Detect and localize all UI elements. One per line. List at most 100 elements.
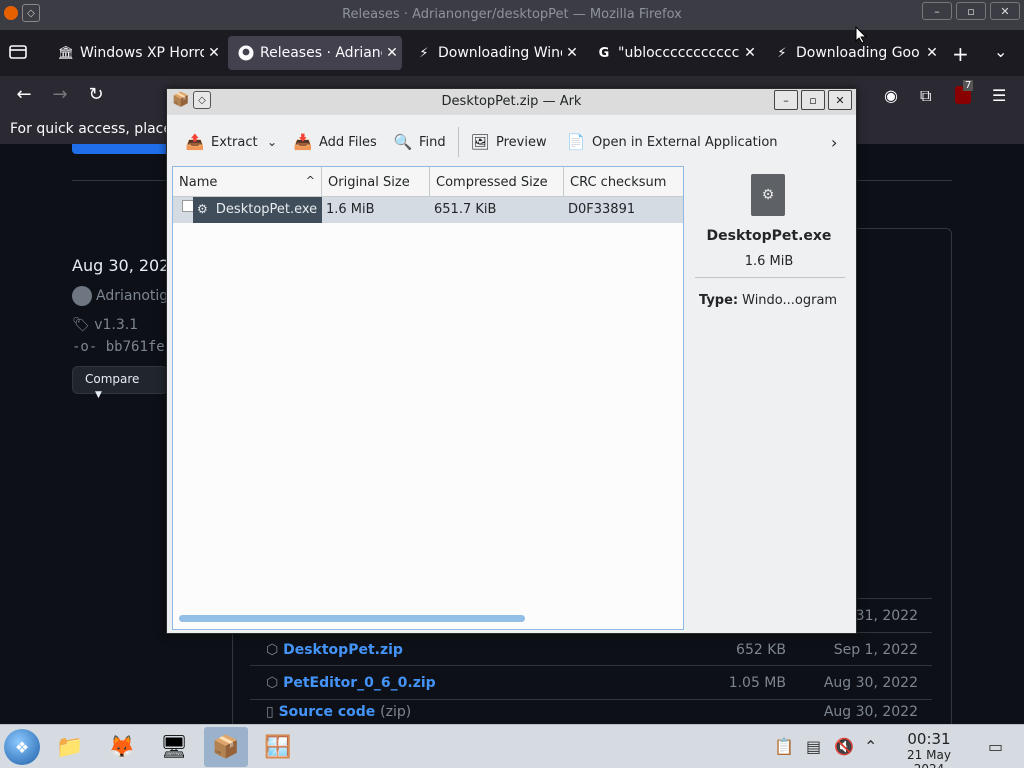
- tab-ublock-search[interactable]: G "ublocccccccccccc ✕: [586, 36, 760, 70]
- tag-icon: 🏷: [72, 317, 90, 333]
- notes-icon[interactable]: ▤: [806, 737, 821, 756]
- commit-icon: -o-: [72, 339, 98, 355]
- firefox-titlebar: ◇ Releases · Adrianonger/desktopPet — Mo…: [0, 0, 1024, 30]
- exe-file-icon: ⚙: [197, 202, 208, 216]
- close-tab-icon[interactable]: ✕: [922, 45, 942, 61]
- file-manager-icon[interactable]: 📁: [48, 727, 92, 767]
- preview-icon: 🖼: [470, 133, 490, 151]
- caret-down-icon: ▼: [95, 390, 102, 400]
- menu-icon[interactable]: ☰: [992, 86, 1006, 105]
- taskbar: ❖ 📁 🦊 🖥 📦 🪟 📋 ▤ 🔇 ⌃ 00:31 21 May 2024 ▭: [0, 724, 1024, 768]
- close-tab-icon[interactable]: ✕: [204, 45, 224, 61]
- search-icon: 🔍: [393, 133, 413, 151]
- ublock-icon[interactable]: 7: [955, 80, 974, 108]
- release-author[interactable]: Adrianotige: [72, 286, 177, 306]
- extract-icon: 📤: [185, 133, 205, 151]
- close-tab-icon[interactable]: ✕: [740, 45, 760, 61]
- close-window-button[interactable]: ✕: [990, 2, 1020, 20]
- file-zip-icon: ▯: [266, 704, 274, 720]
- clock[interactable]: 00:31 21 May 2024: [890, 730, 968, 768]
- extension-badge: 7: [963, 80, 974, 91]
- account-icon[interactable]: ◉: [884, 86, 898, 105]
- list-header: Name ^ Original Size Compressed Size CRC…: [173, 167, 683, 197]
- find-button[interactable]: 🔍 Find: [393, 129, 446, 155]
- executable-file-icon: ⚙: [751, 174, 785, 216]
- ark-close-button[interactable]: ✕: [828, 90, 852, 110]
- ark-titlebar[interactable]: 📦 ◇ DesktopPet.zip — Ark – ▫ ✕: [167, 89, 856, 115]
- extract-menu-arrow[interactable]: ⌄: [267, 129, 277, 155]
- open-external-button[interactable]: 📄 Open in External Application: [566, 129, 778, 155]
- release-date: Aug 30, 2022: [72, 256, 180, 275]
- bolt-icon: ⚡: [777, 45, 787, 61]
- compressed-size-cell: 651.7 KiB: [434, 202, 497, 217]
- file-info-panel: ⚙ DesktopPet.exe 1.6 MiB Type: Windo...og…: [689, 166, 855, 630]
- open-external-icon: 📄: [566, 133, 586, 151]
- info-file-name: DesktopPet.exe: [706, 228, 832, 244]
- extensions-icon[interactable]: ⧉: [920, 86, 931, 106]
- chevron-down-icon: ⌄: [267, 135, 278, 149]
- firefox-view-icon[interactable]: [8, 42, 30, 64]
- show-desktop-icon[interactable]: ▭: [988, 737, 1003, 756]
- add-files-icon: 📥: [293, 133, 313, 151]
- tab-strip: 🏛 Windows XP Horro ✕ Releases · Adriano …: [0, 30, 1024, 76]
- toolbar-overflow-button[interactable]: ›: [831, 129, 837, 155]
- info-type: Type: Windo...ogram: [699, 293, 838, 308]
- forward-icon[interactable]: →: [48, 84, 72, 105]
- extract-button[interactable]: 📤 Extract: [185, 129, 258, 155]
- show-hidden-icons-icon[interactable]: ⌃: [864, 737, 877, 756]
- tab-favicon-icon: 🏛: [57, 45, 75, 61]
- back-icon[interactable]: ←: [12, 84, 36, 105]
- ark-maximize-button[interactable]: ▫: [801, 90, 825, 110]
- tab-releases[interactable]: Releases · Adriano ✕: [228, 36, 402, 70]
- ark-window: 📦 ◇ DesktopPet.zip — Ark – ▫ ✕ 📤 Extract…: [166, 88, 857, 634]
- close-tab-icon[interactable]: ✕: [382, 45, 402, 61]
- add-files-button[interactable]: 📥 Add Files: [293, 129, 377, 155]
- package-icon: ⬡: [266, 641, 279, 658]
- asset-row[interactable]: ⬡ DesktopPet.zip 652 KB Sep 1, 2022: [250, 632, 932, 666]
- google-icon: G: [598, 45, 610, 61]
- info-divider: [695, 277, 845, 278]
- close-tab-icon[interactable]: ✕: [562, 45, 582, 61]
- preview-button[interactable]: 🖼 Preview: [470, 129, 546, 155]
- mouse-cursor-icon: [855, 25, 868, 48]
- muted-volume-icon[interactable]: 🔇: [834, 737, 854, 756]
- release-tag[interactable]: 🏷 v1.3.1: [72, 317, 138, 333]
- column-header-compressed-size[interactable]: Compressed Size: [430, 167, 564, 197]
- release-commit[interactable]: -o- bb761fe: [72, 339, 165, 355]
- archive-file-list[interactable]: Name ^ Original Size Compressed Size CRC…: [172, 166, 684, 630]
- maximize-button[interactable]: ▫: [956, 2, 986, 20]
- firefox-taskbar-icon[interactable]: 🦊: [100, 727, 144, 767]
- tab-downloading-google[interactable]: ⚡ Downloading Goo ✕: [764, 36, 942, 70]
- new-tab-icon[interactable]: +: [952, 42, 969, 66]
- file-name-cell[interactable]: ⚙ DesktopPet.exe: [193, 197, 322, 223]
- avatar: [72, 286, 92, 306]
- original-size-cell: 1.6 MiB: [326, 202, 375, 217]
- minimize-button[interactable]: –: [922, 2, 952, 20]
- compare-button[interactable]: Compare ▼: [72, 366, 168, 400]
- column-header-original-size[interactable]: Original Size: [322, 167, 430, 197]
- ark-title: DesktopPet.zip — Ark: [441, 94, 582, 109]
- ark-toolbar: 📤 Extract ⌄ 📥 Add Files 🔍 Find 🖼 Preview…: [167, 119, 856, 163]
- window-controls: – ▫ ✕: [922, 2, 1020, 20]
- system-settings-icon[interactable]: 🖥: [152, 727, 196, 767]
- reload-icon[interactable]: ↻: [84, 84, 108, 105]
- clipboard-icon[interactable]: 📋: [774, 737, 794, 756]
- windows-logo-icon[interactable]: 🪟: [256, 727, 300, 767]
- asset-row[interactable]: ⬡ PetEditor_0_6_0.zip 1.05 MB Aug 30, 20…: [250, 665, 932, 699]
- tab-windows-xp[interactable]: 🏛 Windows XP Horro ✕: [48, 36, 224, 70]
- table-row[interactable]: ⚙ DesktopPet.exe 1.6 MiB 651.7 KiB D0F33…: [173, 197, 683, 223]
- github-icon: [238, 45, 254, 61]
- crc-cell: D0F33891: [568, 202, 636, 217]
- horizontal-scrollbar[interactable]: [179, 615, 525, 622]
- bolt-icon: ⚡: [419, 45, 429, 61]
- ark-minimize-button[interactable]: –: [774, 90, 798, 110]
- tab-downloading-windows[interactable]: ⚡ Downloading Wind ✕: [406, 36, 582, 70]
- column-header-name[interactable]: Name ^: [173, 167, 322, 197]
- asset-row[interactable]: ▯ Source code (zip) Aug 30, 2022: [250, 699, 932, 724]
- start-menu-icon[interactable]: ❖: [4, 729, 40, 765]
- ark-taskbar-icon[interactable]: 📦: [204, 727, 248, 767]
- list-all-tabs-icon[interactable]: ⌄: [994, 42, 1007, 61]
- column-header-crc[interactable]: CRC checksum: [564, 167, 683, 197]
- toolbar-separator: [458, 127, 459, 157]
- download-button-edge[interactable]: [72, 144, 172, 154]
